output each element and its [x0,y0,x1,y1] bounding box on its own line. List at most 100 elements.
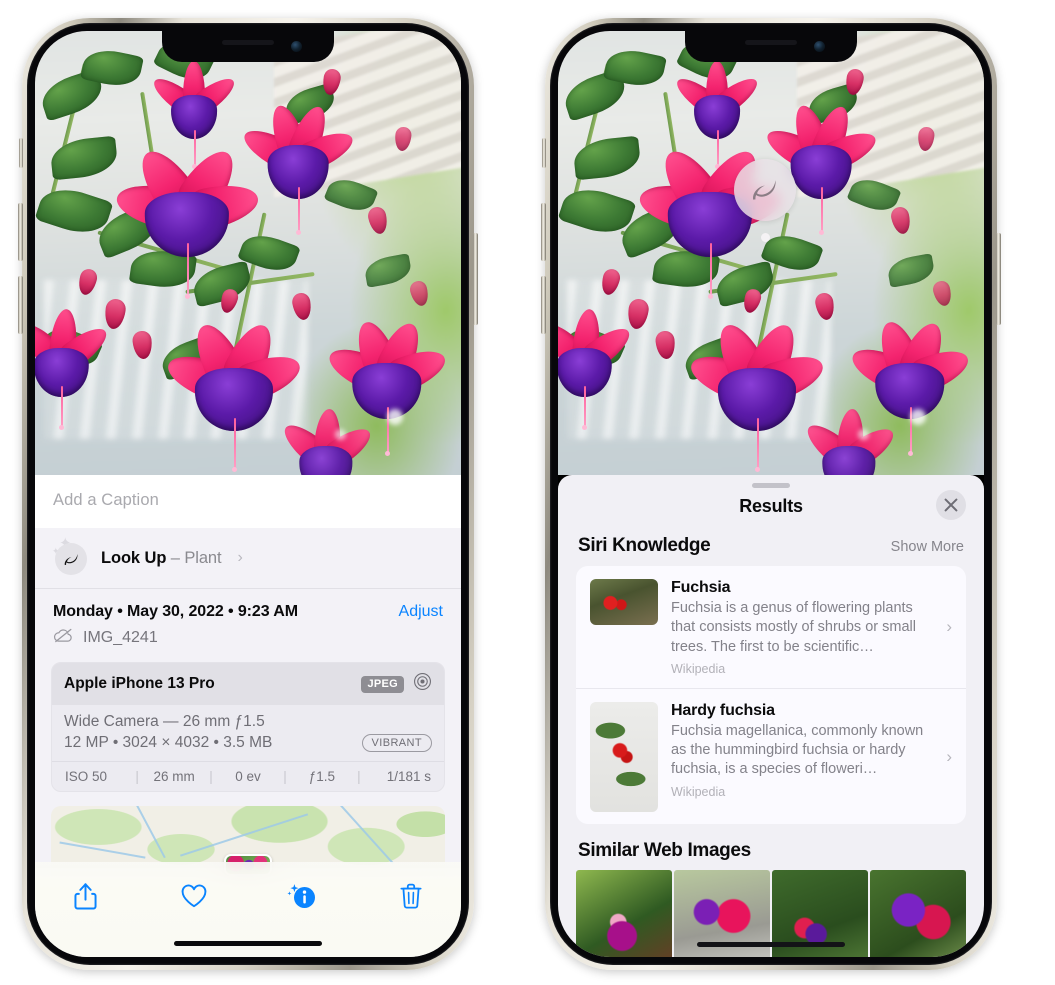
exif-stat: 1/181 s [386,769,432,784]
siri-knowledge-title: Siri Knowledge [578,535,711,556]
look-up-title: Look Up [101,548,167,567]
results-title: Results [739,496,803,516]
adjust-button[interactable]: Adjust [399,603,443,621]
fuchsia-blossom [558,307,636,431]
look-up-badge: ✦ ✦ [52,536,89,575]
notch-right [685,31,857,62]
knowledge-description: Fuchsia magellanica, commonly known as t… [671,722,924,778]
fuchsia-blossom [162,317,306,472]
front-camera-icon [291,41,302,52]
knowledge-thumbnail [590,579,658,625]
knowledge-title: Fuchsia [671,579,731,596]
exif-card: Apple iPhone 13 Pro JPEG Wide Camera — 2… [51,662,445,792]
exif-stat: 26 mm [153,769,195,784]
right-phone-device: Results Siri Knowledge Show More Fuchsia… [541,18,1001,970]
silent-switch-right[interactable] [542,138,546,168]
power-button-right[interactable] [996,233,1001,325]
icloud-slash-icon [53,628,74,648]
look-up-subject: Plant [184,548,222,567]
bokeh-highlight [910,409,926,425]
visual-look-up-badge[interactable] [734,159,796,242]
knowledge-item[interactable]: Hardy fuchsia Fuchsia magellanica, commo… [576,687,966,824]
fuchsia-blossom [148,61,240,169]
bokeh-highlight [858,429,869,440]
look-up-row[interactable]: ✦ ✦ Look Up – Plant › [35,528,461,589]
exif-body: Wide Camera — 26 mm ƒ1.5 12 MP • 3024 × … [52,705,444,761]
earpiece-speaker-icon [222,40,274,45]
knowledge-source: Wikipedia [671,661,726,676]
exif-stats-row: ISO 50 | 26 mm | 0 ev | ƒ1.5 | 1/181 s [52,761,444,791]
similar-web-images-title: Similar Web Images [578,839,751,861]
capture-date-row: Monday • May 30, 2022 • 9:23 AM Adjust [35,589,461,623]
photos-toolbar [35,862,461,957]
fuchsia-blossom [238,101,359,235]
look-up-label: Look Up – Plant [101,548,222,568]
bokeh-highlight [387,409,403,425]
fuchsia-blossom [685,317,829,472]
resolution-info: 12 MP • 3024 × 4032 • 3.5 MB [64,734,273,751]
siri-knowledge-card: Fuchsia Fuchsia is a genus of flowering … [576,566,966,824]
home-indicator[interactable] [174,941,322,946]
silent-switch-left[interactable] [19,138,23,168]
left-phone-screen: Add a Caption ✦ ✦ Look Up – [35,31,461,957]
photo-view-left[interactable] [35,31,461,475]
leaf-icon [55,543,87,575]
file-row: IMG_4241 [35,623,461,660]
web-image-thumbnail[interactable] [870,869,966,957]
knowledge-source: Wikipedia [671,784,726,799]
chevron-right-icon: › [946,617,952,637]
fuchsia-blossom [846,316,974,456]
format-badge: JPEG [361,675,404,693]
left-phone-device: Add a Caption ✦ ✦ Look Up – [18,18,478,970]
close-icon[interactable] [936,490,966,520]
siri-knowledge-header: Siri Knowledge Show More [558,531,984,566]
chevron-right-icon: › [237,549,243,566]
caption-field[interactable]: Add a Caption [35,475,461,528]
exif-stat: ISO 50 [65,769,108,784]
fuchsia-blossom [112,141,262,300]
exif-stat: ƒ1.5 [308,769,336,784]
right-phone-screen: Results Siri Knowledge Show More Fuchsia… [558,31,984,957]
exif-header: Apple iPhone 13 Pro JPEG [52,663,444,705]
screenshot-canvas: Add a Caption ✦ ✦ Look Up – [0,0,1055,985]
home-indicator[interactable] [697,942,845,947]
look-up-separator: – [170,548,180,567]
fuchsia-blossom [277,408,377,475]
heart-icon[interactable] [174,876,214,916]
lens-icon [413,672,432,696]
capture-date: Monday • May 30, 2022 • 9:23 AM [53,603,298,620]
camera-device-name: Apple iPhone 13 Pro [64,675,215,692]
knowledge-thumbnail [590,701,658,812]
fuchsia-blossom [671,61,763,169]
front-camera-icon [814,41,825,52]
knowledge-item[interactable]: Fuchsia Fuchsia is a genus of flowering … [576,566,966,688]
badge-anchor-dot [760,233,770,242]
info-sparkle-icon[interactable] [282,876,322,916]
photographic-style-badge: VIBRANT [361,734,432,752]
earpiece-speaker-icon [745,40,797,45]
share-icon[interactable] [65,876,105,916]
volume-up-button-right[interactable] [541,203,546,261]
results-sheet: Results Siri Knowledge Show More Fuchsia… [558,475,984,957]
exif-stat: 0 ev [235,769,261,784]
chevron-right-icon: › [946,746,952,766]
notch-left [162,31,334,62]
fuchsia-blossom [800,408,900,475]
knowledge-description: Fuchsia is a genus of flowering plants t… [671,600,916,655]
fuchsia-blossom [35,307,113,431]
knowledge-title: Hardy fuchsia [671,701,775,719]
trash-icon[interactable] [391,876,431,916]
volume-up-button-left[interactable] [18,203,23,261]
photo-view-right[interactable] [558,31,984,475]
leaf-icon [734,159,796,221]
lens-info: Wide Camera — 26 mm ƒ1.5 [64,713,265,730]
power-button-left[interactable] [473,233,478,325]
volume-down-button-right[interactable] [541,276,546,334]
fuchsia-blossom [323,316,451,456]
results-header: Results [558,488,984,531]
bokeh-highlight [335,429,346,440]
web-image-thumbnail[interactable] [576,869,672,957]
volume-down-button-left[interactable] [18,276,23,334]
show-more-button[interactable]: Show More [891,539,964,555]
file-name: IMG_4241 [83,629,158,646]
